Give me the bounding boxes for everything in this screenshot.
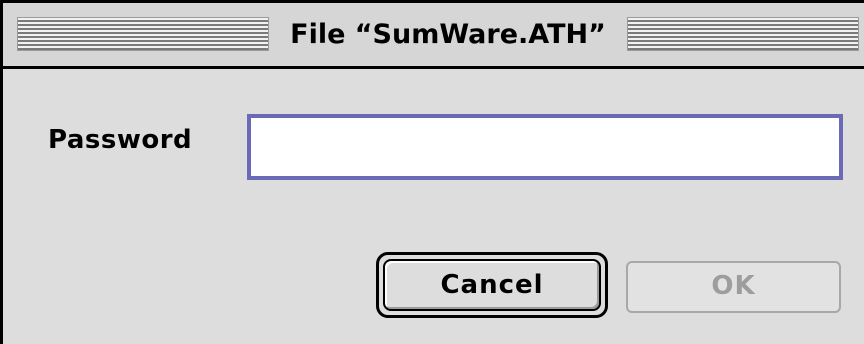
ok-button[interactable]: OK <box>626 261 841 313</box>
cancel-button-label: Cancel <box>383 259 601 311</box>
dialog-content: Password Cancel OK <box>3 69 864 344</box>
password-label: Password <box>48 125 193 155</box>
title-bar-stripes-left <box>17 17 269 51</box>
title-bar-stripes-right <box>627 17 859 51</box>
cancel-button[interactable]: Cancel <box>376 252 608 318</box>
title-bar[interactable]: File “SumWare.ATH” <box>3 3 864 69</box>
password-dialog: File “SumWare.ATH” Password Cancel OK <box>0 0 864 344</box>
password-input[interactable] <box>247 114 843 180</box>
window-title: File “SumWare.ATH” <box>290 19 606 50</box>
